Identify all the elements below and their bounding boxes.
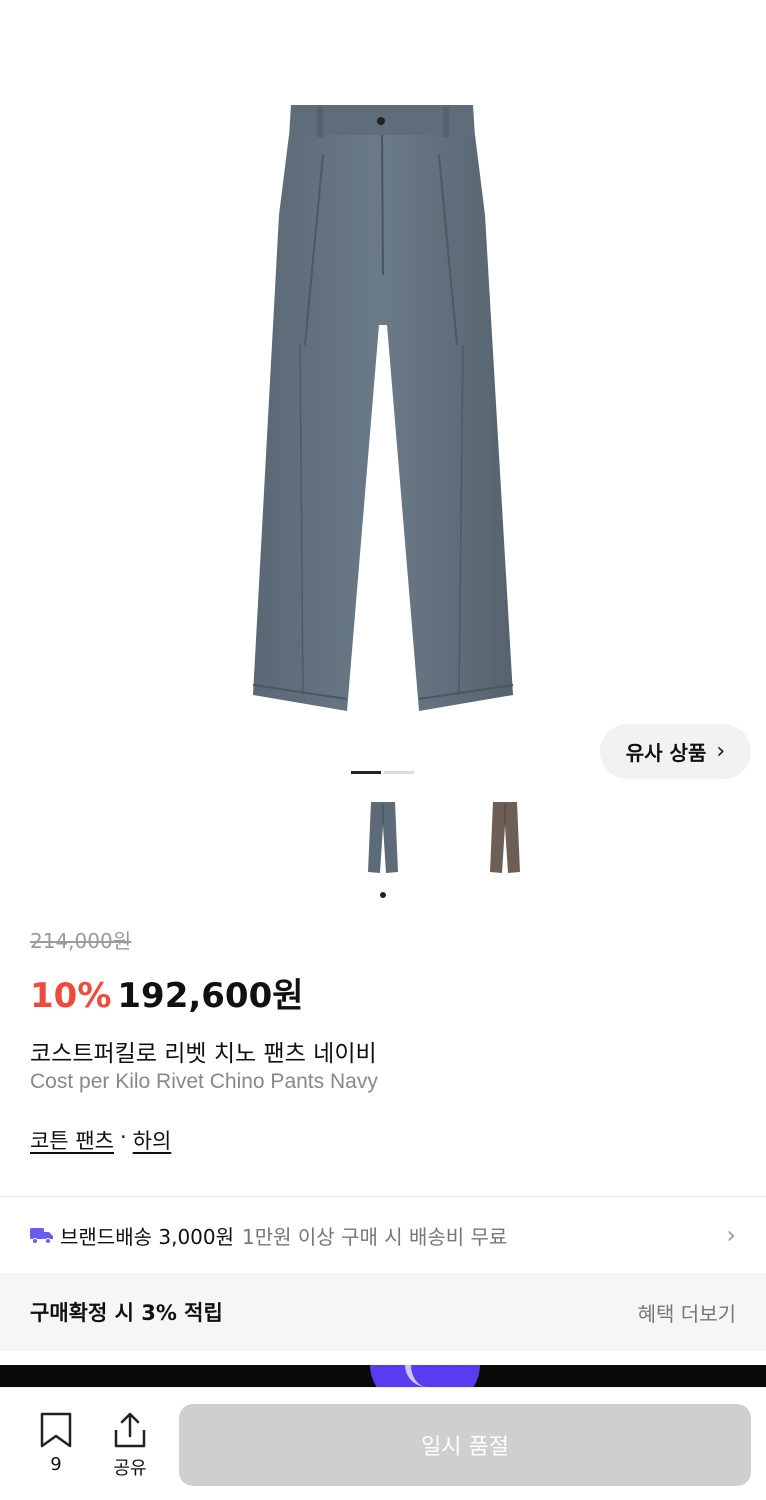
category-links: 코튼 팬츠 · 하의 xyxy=(30,1125,171,1155)
product-name-ko: 코스트퍼킬로 리벳 치노 팬츠 네이비 xyxy=(30,1041,377,1067)
original-price: 214,000원 xyxy=(30,929,132,953)
pager-indicator-active xyxy=(351,771,381,774)
benefit-row: 구매확정 시 3% 적립 혜택 더보기 xyxy=(0,1273,766,1351)
similar-products-button[interactable]: 유사 상품 › xyxy=(600,724,751,779)
category-separator: · xyxy=(119,1125,127,1149)
selected-dot xyxy=(380,892,386,898)
final-price: 192,600원 xyxy=(117,976,304,1016)
category-link-bottoms[interactable]: 하의 xyxy=(133,1125,172,1155)
color-swatch-navy[interactable] xyxy=(350,800,416,898)
brown-pants-thumbnail xyxy=(490,802,520,873)
color-swatch-brown[interactable] xyxy=(472,800,538,890)
share-button[interactable]: 공유 xyxy=(100,1412,160,1480)
price-row: 10% 192,600원 xyxy=(30,968,304,1017)
share-icon xyxy=(114,1412,146,1448)
discount-rate: 10% xyxy=(30,976,112,1016)
product-image-carousel[interactable]: 유사 상품 › xyxy=(0,0,766,898)
bottom-action-bar: 9 공유 일시 품절 xyxy=(0,1387,766,1500)
chevron-right-icon: › xyxy=(726,1221,736,1249)
bookmark-button[interactable]: 9 xyxy=(26,1412,86,1475)
price-block: 214,000원 10% 192,600원 xyxy=(30,925,304,1017)
share-label: 공유 xyxy=(113,1458,147,1479)
product-image xyxy=(252,105,514,711)
soldout-button[interactable]: 일시 품절 xyxy=(179,1404,751,1486)
promo-banner[interactable] xyxy=(0,1365,766,1387)
free-shipping-condition: 1만원 이상 구매 시 배송비 무료 xyxy=(242,1224,508,1249)
chevron-right-icon: › xyxy=(716,739,726,764)
category-link-cotton-pants[interactable]: 코튼 팬츠 xyxy=(30,1125,114,1155)
similar-products-label: 유사 상품 xyxy=(625,741,707,765)
shipping-info-row[interactable]: 브랜드배송 3,000원 1만원 이상 구매 시 배송비 무료 › xyxy=(0,1197,766,1273)
image-pager xyxy=(351,771,414,774)
bookmark-count: 9 xyxy=(50,1454,62,1475)
benefit-more-link[interactable]: 혜택 더보기 xyxy=(638,1298,736,1327)
brand-shipping-fee: 브랜드배송 3,000원 xyxy=(60,1224,235,1249)
navy-pants-thumbnail xyxy=(368,802,398,873)
pager-indicator xyxy=(384,771,414,774)
color-swatches xyxy=(350,800,538,898)
bookmark-icon xyxy=(40,1412,72,1448)
reward-points-text: 구매확정 시 3% 적립 xyxy=(30,1301,223,1325)
truck-icon xyxy=(30,1228,53,1244)
product-name-en: Cost per Kilo Rivet Chino Pants Navy xyxy=(30,1070,378,1093)
